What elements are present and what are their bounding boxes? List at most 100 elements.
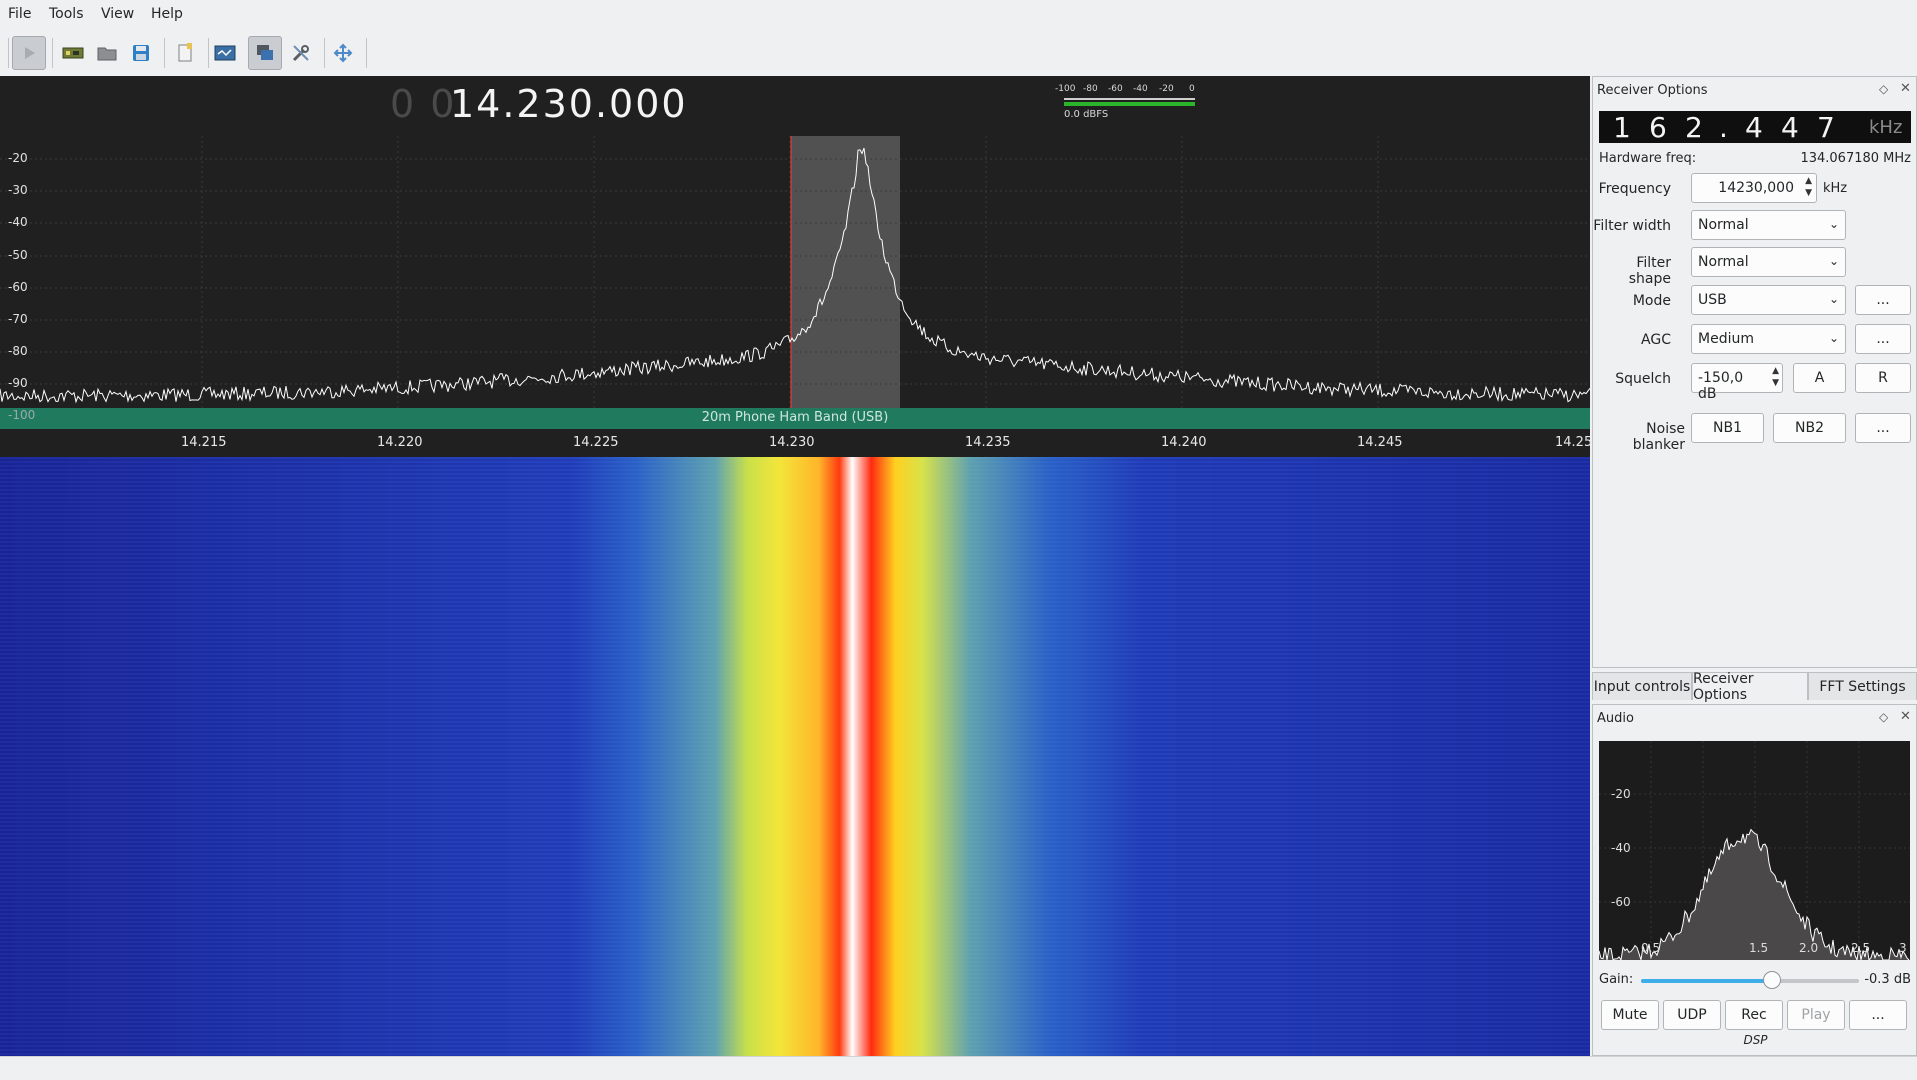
- start-icon[interactable]: [12, 36, 46, 70]
- db-tick: -40: [8, 215, 28, 229]
- meter-tick: -20: [1159, 84, 1174, 94]
- dsp-icon[interactable]: [248, 36, 282, 70]
- noise-blanker-label: Noise blanker: [1632, 421, 1685, 453]
- freq-tick: 14.235: [965, 435, 1011, 450]
- audio-panel: Audio ◇ ✕ -20 -40 -60 0.5 1.5 2.0 2.5 3: [1592, 704, 1917, 1056]
- float-icon[interactable]: ◇: [1879, 82, 1888, 96]
- filter-width-value: Normal: [1698, 217, 1749, 233]
- db-tick: -70: [8, 312, 28, 326]
- filter-shape-label: Filter shape: [1628, 255, 1671, 287]
- remote-control-icon[interactable]: [208, 36, 242, 70]
- db-tick: -50: [8, 248, 28, 262]
- waterfall-display[interactable]: [0, 457, 1590, 1056]
- agc-label: AGC: [1641, 332, 1671, 348]
- freq-tick: 0.5: [1641, 941, 1661, 955]
- udp-button[interactable]: UDP: [1663, 1000, 1721, 1030]
- offset-display[interactable]: 1 6 2 . 4 4 7 kHz: [1599, 111, 1911, 144]
- chevron-down-icon: ⌄: [1828, 292, 1839, 306]
- nb-options-button[interactable]: ...: [1855, 413, 1911, 443]
- squelch-label: Squelch: [1615, 371, 1671, 387]
- mode-label: Mode: [1632, 293, 1671, 309]
- menu-view[interactable]: View: [101, 6, 134, 22]
- menu-tools[interactable]: Tools: [49, 6, 84, 22]
- db-tick: -90: [8, 376, 28, 390]
- frequency-spinbox[interactable]: 14230,000 ▲ ▼: [1691, 173, 1817, 203]
- spectrum-display[interactable]: 0 0 14.230.000 -100 -80 -60 -40 -20 0 0.…: [0, 76, 1593, 457]
- offset-unit: kHz: [1869, 117, 1903, 138]
- freq-tick: 3: [1899, 941, 1907, 955]
- mode-value: USB: [1698, 292, 1727, 308]
- agc-value: Medium: [1698, 331, 1754, 347]
- record-button[interactable]: Rec: [1725, 1000, 1783, 1030]
- plotter[interactable]: 0 0 14.230.000 -100 -80 -60 -40 -20 0 0.…: [0, 76, 1593, 1056]
- mute-button[interactable]: Mute: [1601, 1000, 1659, 1030]
- offset-digit: .: [1719, 111, 1728, 144]
- panel-title: Audio: [1597, 711, 1634, 726]
- tab-input-controls[interactable]: Input controls: [1592, 672, 1692, 700]
- meter-bar: [1064, 102, 1195, 106]
- bookmark-icon[interactable]: [168, 36, 202, 70]
- close-icon[interactable]: ✕: [1900, 81, 1911, 96]
- chevron-down-icon: ⌄: [1828, 254, 1839, 268]
- squelch-reset-button[interactable]: R: [1855, 363, 1911, 393]
- gain-value: -0.3 dB: [1864, 972, 1911, 987]
- gain-slider[interactable]: [1641, 971, 1859, 989]
- db-tick: -40: [1611, 841, 1631, 855]
- fullscreen-icon[interactable]: [326, 36, 360, 70]
- chevron-down-icon: ⌄: [1828, 217, 1839, 231]
- chevron-down-icon: ⌄: [1828, 331, 1839, 345]
- db-tick: -60: [1611, 895, 1631, 909]
- offset-digit[interactable]: 6: [1649, 111, 1667, 144]
- audio-spectrum[interactable]: -20 -40 -60 0.5 1.5 2.0 2.5 3: [1599, 741, 1910, 960]
- mode-options-button[interactable]: ...: [1855, 285, 1911, 315]
- freq-tick: 14.25: [1555, 435, 1593, 450]
- menu-help[interactable]: Help: [151, 6, 183, 22]
- nb2-button[interactable]: NB2: [1773, 413, 1846, 443]
- agc-select[interactable]: Medium ⌄: [1691, 324, 1846, 354]
- device-icon[interactable]: [56, 36, 90, 70]
- menu-file[interactable]: File: [8, 6, 31, 22]
- squelch-spinbox[interactable]: -150,0 dB ▲ ▼: [1691, 363, 1783, 402]
- meter-tick: -80: [1083, 84, 1098, 94]
- frequency-readout[interactable]: 14.230.000: [450, 82, 688, 126]
- tab-receiver-options[interactable]: Receiver Options: [1692, 671, 1808, 703]
- offset-digit[interactable]: 4: [1781, 111, 1799, 144]
- squelch-auto-button[interactable]: A: [1793, 363, 1846, 393]
- receiver-options-panel: Receiver Options ◇ ✕ 1 6 2 . 4 4 7 kHz H…: [1592, 76, 1917, 668]
- spin-arrows-icon[interactable]: ▲ ▼: [1805, 175, 1812, 199]
- save-icon[interactable]: [124, 36, 158, 70]
- db-tick: -20: [1611, 787, 1631, 801]
- meter-tick: -100: [1055, 84, 1076, 94]
- settings-icon[interactable]: [284, 36, 318, 70]
- audio-options-button[interactable]: ...: [1849, 1000, 1907, 1030]
- agc-options-button[interactable]: ...: [1855, 324, 1911, 354]
- offset-digit[interactable]: 1: [1613, 111, 1631, 144]
- offset-digit[interactable]: 2: [1685, 111, 1703, 144]
- frequency-label: Frequency: [1598, 181, 1671, 197]
- filter-width-select[interactable]: Normal ⌄: [1691, 210, 1846, 240]
- offset-digit[interactable]: 7: [1817, 111, 1835, 144]
- db-tick: -30: [8, 183, 28, 197]
- freq-tick: 14.220: [377, 435, 423, 450]
- dsp-label: DSP: [1743, 1033, 1768, 1047]
- nb1-button[interactable]: NB1: [1691, 413, 1764, 443]
- frequency-axis: 14.215 14.220 14.225 14.230 14.235 14.24…: [0, 435, 1593, 453]
- db-tick: -80: [8, 344, 28, 358]
- frequency-leading-zeros[interactable]: 0 0: [390, 82, 456, 126]
- meter-value: 0.0 dBFS: [1064, 109, 1109, 120]
- dock-tabs: Input controls Receiver Options FFT Sett…: [1592, 671, 1917, 703]
- play-button[interactable]: Play: [1787, 1000, 1845, 1030]
- close-icon[interactable]: ✕: [1900, 709, 1911, 724]
- tab-fft-settings[interactable]: FFT Settings: [1808, 672, 1917, 700]
- mode-select[interactable]: USB ⌄: [1691, 285, 1846, 315]
- float-icon[interactable]: ◇: [1879, 710, 1888, 724]
- signal-meter: -100 -80 -60 -40 -20 0 0.0 dBFS: [1055, 84, 1195, 120]
- spin-arrows-icon[interactable]: ▲ ▼: [1772, 365, 1779, 389]
- freq-tick: 2.5: [1851, 941, 1871, 955]
- spectrum-svg: [0, 136, 1590, 457]
- filter-shape-select[interactable]: Normal ⌄: [1691, 247, 1846, 277]
- open-folder-icon[interactable]: [90, 36, 124, 70]
- offset-digit[interactable]: 4: [1745, 111, 1763, 144]
- freq-tick: 14.225: [573, 435, 619, 450]
- gain-slider-handle[interactable]: [1762, 971, 1781, 989]
